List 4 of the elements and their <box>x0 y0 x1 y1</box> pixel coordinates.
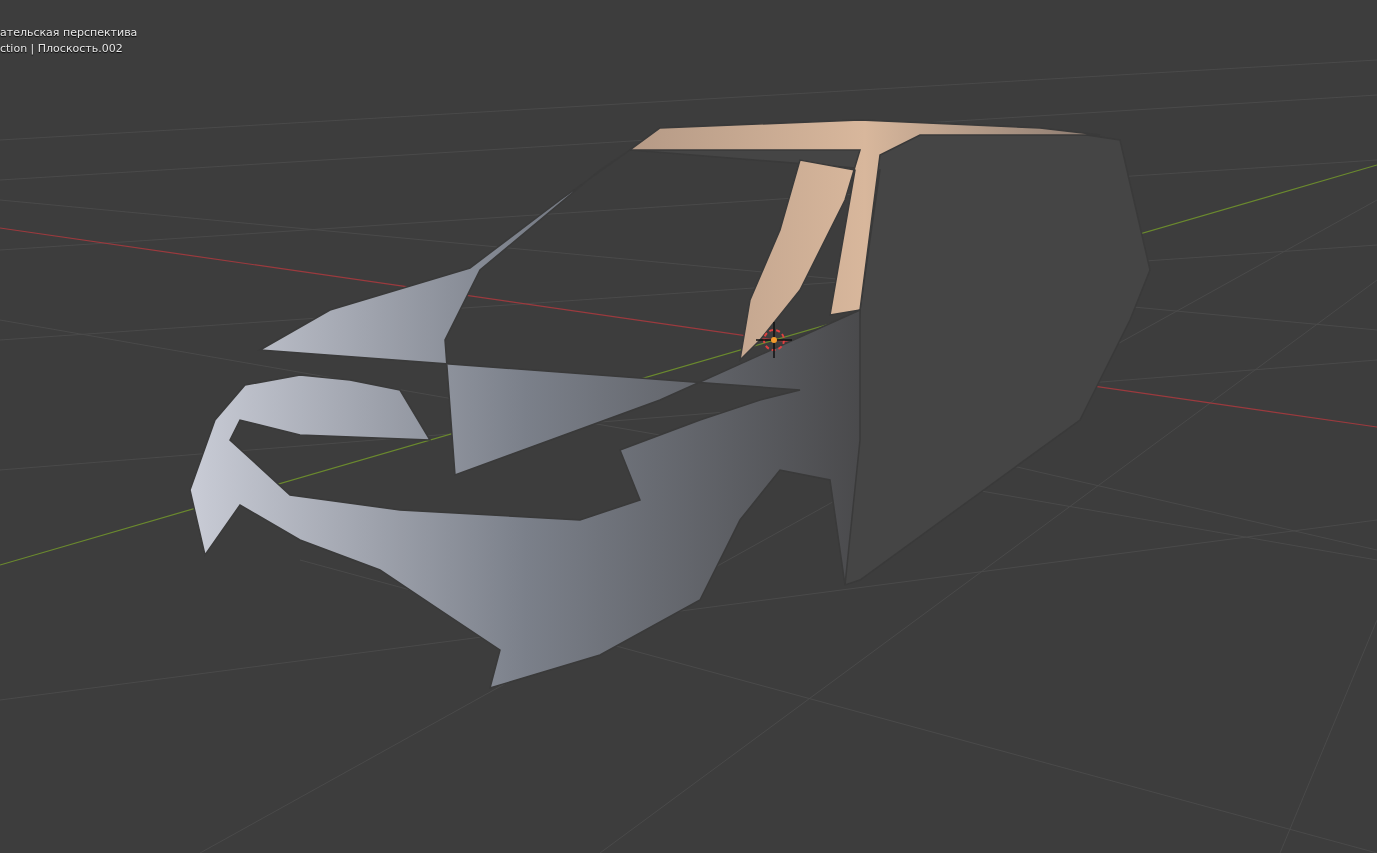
view-name: ательская перспектива <box>0 26 138 39</box>
3d-cursor-icon <box>755 321 793 359</box>
3d-viewport[interactable]: ательская перспектива ction | Плоскость.002 <box>0 0 1377 853</box>
object-path: ction | Плоскость.002 <box>0 42 124 55</box>
